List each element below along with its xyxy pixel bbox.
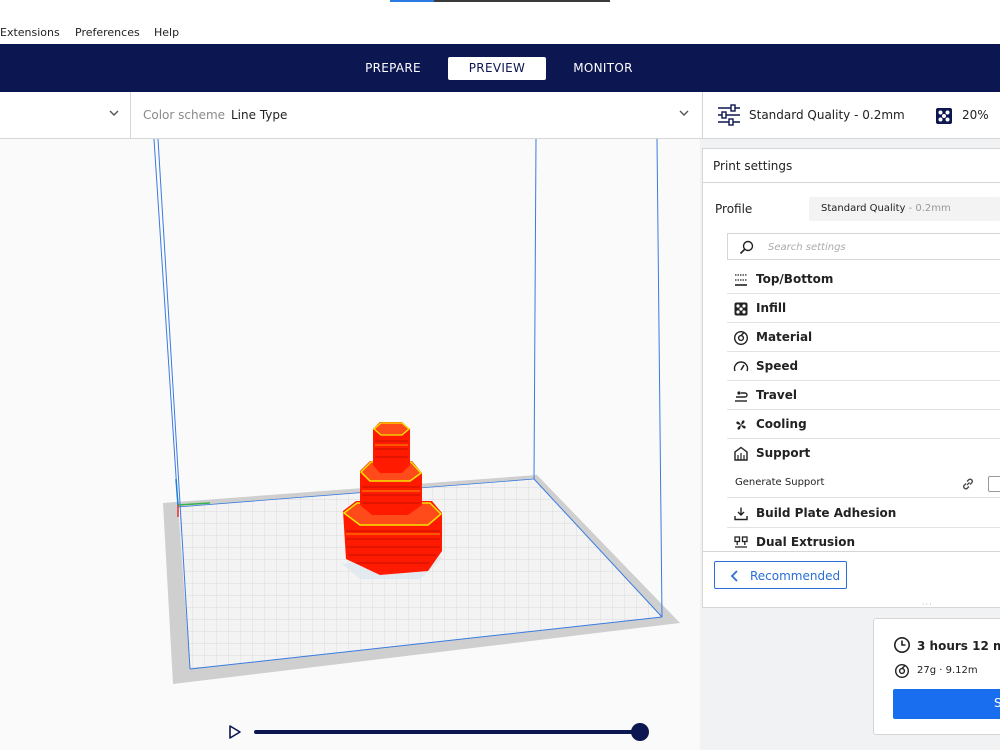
category-label: Cooling (756, 417, 807, 431)
profile-name: Standard Quality - 0.2mm (821, 203, 951, 214)
volume-edge (656, 139, 663, 618)
category-cooling[interactable]: Cooling (727, 410, 1000, 439)
menu-help[interactable]: Help (154, 26, 179, 39)
panel-resize-handle[interactable]: ··· (922, 600, 933, 609)
dual-extrusion-icon (734, 536, 748, 548)
category-label: Build Plate Adhesion (756, 506, 897, 520)
category-speed[interactable]: Speed (727, 352, 1000, 381)
top-bottom-icon (735, 274, 747, 286)
layer-view-controls (220, 718, 660, 746)
build-plate-icon (734, 507, 748, 521)
panel-divider (703, 551, 1000, 552)
view-type-dropdown[interactable] (0, 92, 130, 138)
volume-edge (533, 139, 537, 480)
category-top-bottom[interactable]: Top/Bottom (727, 265, 1000, 294)
generate-support-row: Generate Support (727, 469, 1000, 498)
print-setup-bar[interactable]: Standard Quality - 0.2mm 20% (702, 92, 1000, 139)
print-estimate-card: 3 hours 12 min 27g · 9.12m S (873, 618, 1000, 735)
volume-edge (153, 139, 179, 508)
view-toolbar: Color scheme Line Type (0, 92, 702, 139)
play-icon[interactable] (227, 724, 243, 740)
category-label: Top/Bottom (756, 272, 834, 286)
cooling-icon (736, 420, 746, 430)
search-icon (739, 240, 754, 255)
menu-bar: Extensions Preferences Help (0, 22, 1000, 44)
material-icon (733, 330, 749, 346)
print-settings-title: Print settings (713, 159, 793, 173)
category-support[interactable]: Support (727, 439, 1000, 468)
category-infill[interactable]: Infill (727, 294, 1000, 323)
print-time: 3 hours 12 min (917, 639, 1000, 653)
generate-support-checkbox[interactable] (988, 476, 1000, 492)
save-slice-button[interactable]: S (893, 689, 1000, 719)
layer-slider-handle[interactable] (631, 723, 649, 741)
category-build-plate-adhesion[interactable]: Build Plate Adhesion (727, 499, 1000, 528)
tab-prepare[interactable]: PREPARE (352, 57, 434, 80)
recommended-label: Recommended (750, 569, 841, 583)
print-settings-panel: Print settings Profile Standard Quality … (702, 148, 1000, 609)
category-material[interactable]: Material (727, 323, 1000, 352)
profile-dropdown[interactable]: Standard Quality - 0.2mm (809, 197, 1000, 221)
3d-viewport[interactable] (0, 139, 700, 750)
infill-icon (936, 108, 952, 124)
support-icon (734, 446, 748, 461)
search-settings-field[interactable]: Search settings (727, 233, 1000, 260)
tab-preview[interactable]: PREVIEW (448, 57, 546, 80)
speed-icon (733, 361, 749, 372)
material-usage: 27g · 9.12m (917, 665, 978, 676)
infill-icon (734, 302, 748, 316)
profile-name-main: Standard Quality (821, 203, 906, 214)
search-settings-input[interactable]: Search settings (768, 242, 846, 253)
clock-icon (894, 637, 910, 653)
color-scheme-value: Line Type (231, 108, 288, 122)
recommended-button[interactable]: Recommended (714, 561, 847, 589)
infill-percent-text: 20% (962, 108, 989, 122)
print-settings-header: Print settings (703, 149, 1000, 183)
generate-support-label: Generate Support (735, 477, 825, 488)
title-strip (0, 0, 1000, 22)
link-icon[interactable] (960, 476, 976, 492)
category-label: Dual Extrusion (756, 535, 856, 549)
category-label: Travel (756, 388, 797, 402)
category-label: Support (756, 446, 811, 460)
menu-extensions[interactable]: Extensions (0, 26, 60, 39)
category-travel[interactable]: Travel (727, 381, 1000, 410)
sliders-icon (718, 104, 740, 126)
category-label: Material (756, 330, 813, 344)
viewport-scene (153, 139, 680, 684)
color-scheme-label: Color scheme (143, 108, 226, 122)
stage-header: PREPARE PREVIEW MONITOR (0, 44, 1000, 92)
chevron-left-icon (730, 570, 738, 582)
material-spool-icon (894, 663, 910, 679)
title-tab-accent (390, 0, 434, 2)
menu-preferences[interactable]: Preferences (75, 26, 140, 39)
axis-z (175, 478, 179, 506)
chevron-down-icon (109, 110, 119, 116)
profile-name-sub: - 0.2mm (905, 203, 951, 214)
tab-monitor[interactable]: MONITOR (562, 57, 644, 80)
category-label: Infill (756, 301, 787, 315)
category-label: Speed (756, 359, 799, 373)
category-dual-extrusion[interactable]: Dual Extrusion (727, 528, 1000, 550)
travel-icon (735, 391, 748, 402)
quality-profile-text: Standard Quality - 0.2mm (749, 108, 905, 122)
slice-button-label: S (994, 696, 1000, 710)
layer-slider[interactable] (250, 718, 660, 746)
chevron-down-icon (679, 110, 689, 116)
profile-label: Profile (715, 202, 753, 216)
